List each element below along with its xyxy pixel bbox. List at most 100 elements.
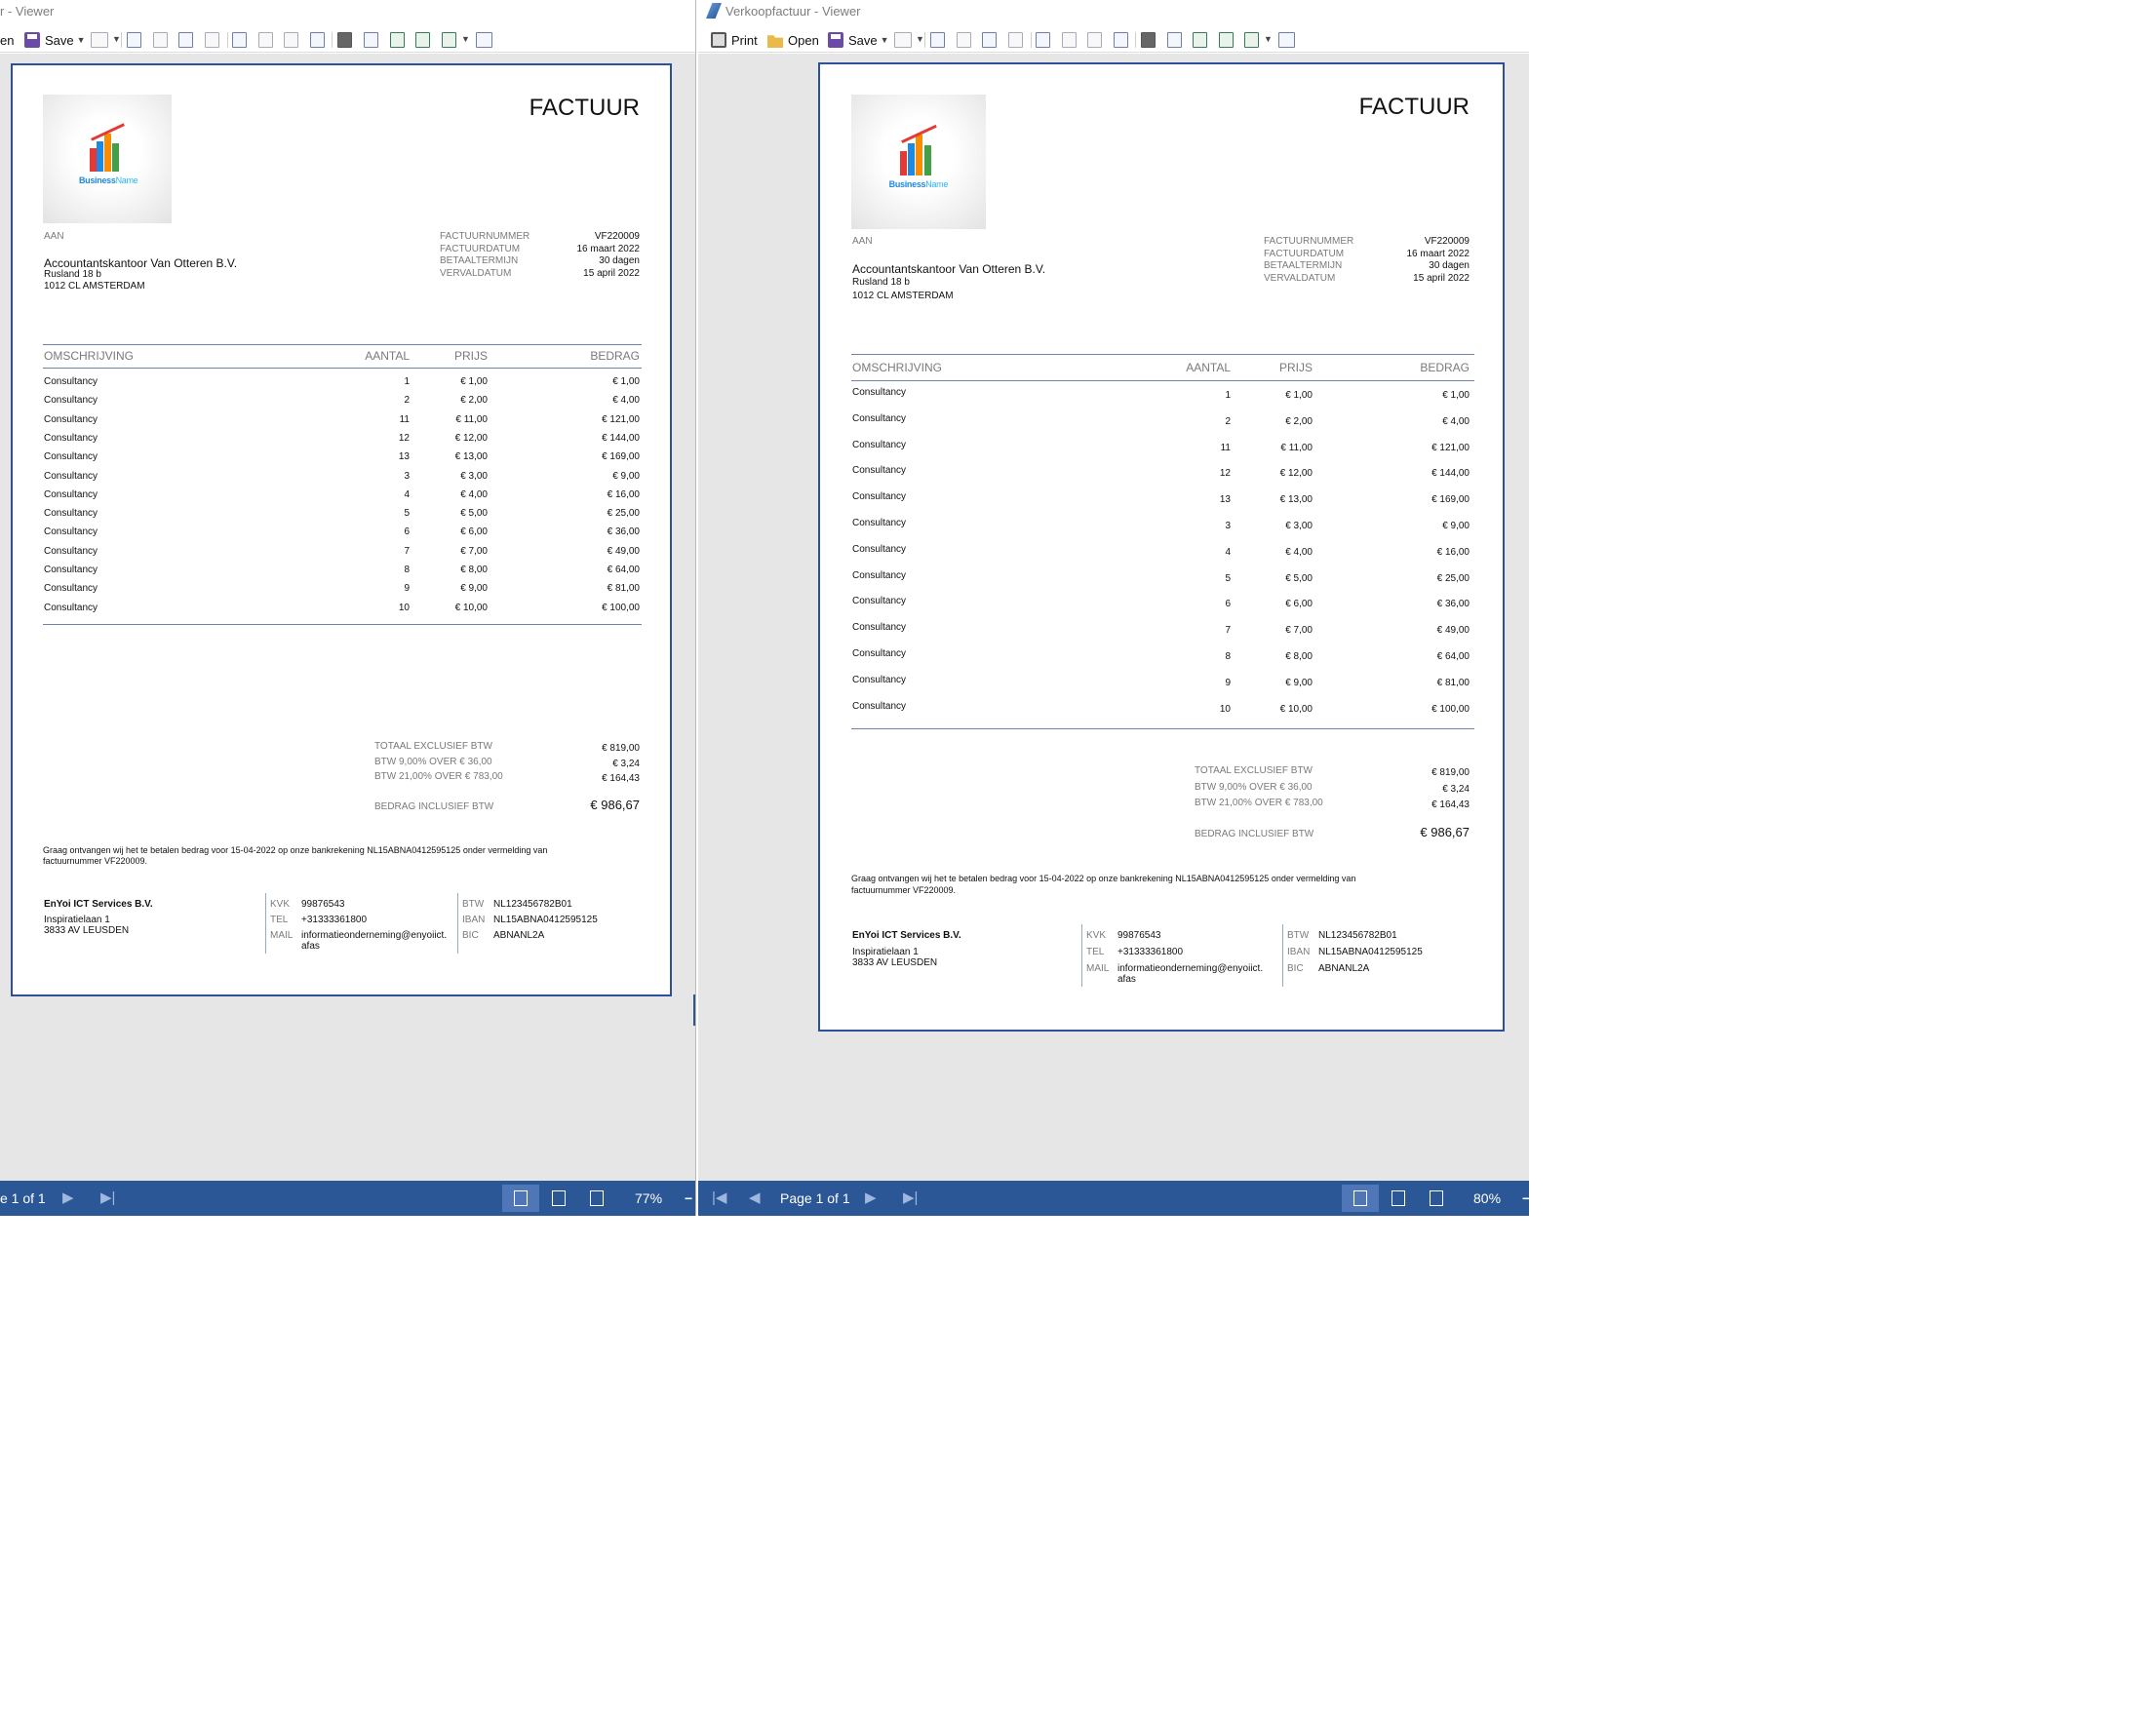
recipient-address: Rusland 18 b xyxy=(852,277,910,288)
two-page-icon[interactable] xyxy=(415,32,430,48)
single-page-view-button[interactable] xyxy=(1342,1185,1379,1212)
line-description: Consultancy xyxy=(852,491,907,503)
single-page-icon[interactable] xyxy=(1167,32,1182,48)
line-description: Consultancy xyxy=(44,470,98,482)
line-amount: € 16,00 xyxy=(607,488,640,500)
line-description: Consultancy xyxy=(852,518,907,528)
continuous-view-button[interactable] xyxy=(1380,1185,1417,1212)
company-kvk-label: KVK xyxy=(270,899,291,910)
binoculars-icon[interactable] xyxy=(1141,32,1156,48)
logo-bar-icon xyxy=(89,148,97,173)
zoom-level[interactable]: 77% xyxy=(635,1181,662,1216)
edit-icon[interactable] xyxy=(982,32,997,48)
table-row: Consultancy 6 € 6,00 € 36,00 xyxy=(13,526,670,545)
single-page-view-button[interactable] xyxy=(502,1185,539,1212)
line-amount: € 4,00 xyxy=(612,395,640,407)
multi-page-icon[interactable] xyxy=(442,32,456,48)
line-description: Consultancy xyxy=(44,413,98,425)
cut-icon[interactable] xyxy=(957,32,971,48)
line-price: € 4,00 xyxy=(460,488,488,500)
outline-icon[interactable] xyxy=(1036,32,1050,48)
window-icon[interactable] xyxy=(1114,32,1128,48)
line-quantity: 11 xyxy=(399,413,410,425)
company-btw-label: BTW xyxy=(1287,930,1310,941)
document-workspace[interactable]: BusinessName FACTUUR AAN Accountantskantoor… xyxy=(0,54,695,1181)
multi-page-view-button[interactable] xyxy=(1418,1185,1455,1212)
table-row: Consultancy 11 € 11,00 € 121,00 xyxy=(820,440,1503,466)
print-button[interactable]: Print xyxy=(711,30,758,50)
last-page-icon[interactable]: ▶| xyxy=(100,1181,115,1216)
logo-bar-icon xyxy=(97,140,104,173)
multi-page-view-button[interactable] xyxy=(578,1185,615,1212)
zoom-out-icon[interactable]: − xyxy=(685,1181,692,1216)
to-label: AAN xyxy=(44,231,64,242)
total-label: BTW 21,00% OVER € 783,00 xyxy=(1195,798,1323,808)
page-icon[interactable] xyxy=(127,32,141,48)
logo-bar-icon xyxy=(907,142,915,175)
fullscreen-icon[interactable] xyxy=(476,32,492,48)
page-indicator: e 1 of 1 xyxy=(0,1190,46,1206)
previous-page-icon[interactable]: ◀ xyxy=(749,1181,761,1216)
save-button[interactable]: Save ▼ xyxy=(24,30,86,50)
line-price: € 1,00 xyxy=(1285,390,1313,401)
table-row: Consultancy 5 € 5,00 € 25,00 xyxy=(820,570,1503,597)
table-row: Consultancy 10 € 10,00 € 100,00 xyxy=(13,603,670,621)
two-page-icon[interactable] xyxy=(1219,32,1234,48)
last-page-icon[interactable]: ▶| xyxy=(903,1181,918,1216)
cut-icon[interactable] xyxy=(153,32,168,48)
line-amount: € 49,00 xyxy=(607,545,640,557)
line-amount: € 16,00 xyxy=(1436,546,1470,558)
title-bar: Verkoopfactuur - Viewer xyxy=(698,0,1529,25)
window-icon[interactable] xyxy=(310,32,325,48)
fullscreen-icon[interactable] xyxy=(1278,32,1295,48)
meta-value: 30 dagen xyxy=(599,255,640,266)
continuous-view-button[interactable] xyxy=(540,1185,577,1212)
fit-width-icon[interactable] xyxy=(1193,32,1207,48)
copy-page-icon[interactable] xyxy=(205,32,219,48)
multi-page-icon[interactable] xyxy=(1244,32,1259,48)
document-workspace[interactable]: BusinessName FACTUUR AAN Accountantskantoor… xyxy=(698,54,1529,1181)
left-viewer-window: r - Viewer en Save ▼ ▼ ▼ BusinessName FACT… xyxy=(0,0,695,1216)
grand-total-value: € 986,67 xyxy=(1420,825,1470,839)
line-price: € 2,00 xyxy=(460,395,488,407)
next-page-icon[interactable]: ▶ xyxy=(62,1181,74,1216)
line-description: Consultancy xyxy=(852,596,907,607)
total-label: BTW 9,00% OVER € 36,00 xyxy=(1195,781,1313,793)
zoom-level[interactable]: 80% xyxy=(1473,1181,1501,1216)
company-iban-label: IBAN xyxy=(462,915,486,925)
binoculars-icon[interactable] xyxy=(337,32,352,48)
help-icon[interactable] xyxy=(258,32,273,48)
duplicate-icon[interactable] xyxy=(1087,32,1102,48)
company-bic-label: BIC xyxy=(1287,963,1304,974)
line-amount: € 9,00 xyxy=(1442,521,1470,531)
logo-text-name: Name xyxy=(925,178,949,189)
line-price: € 6,00 xyxy=(460,526,488,538)
export-icon[interactable] xyxy=(91,32,108,48)
single-page-icon[interactable] xyxy=(364,32,378,48)
line-amount: € 9,00 xyxy=(612,470,640,482)
next-page-icon[interactable]: ▶ xyxy=(865,1181,877,1216)
export-icon[interactable] xyxy=(894,32,912,48)
save-icon xyxy=(828,32,843,48)
duplicate-icon[interactable] xyxy=(284,32,298,48)
edit-icon[interactable] xyxy=(178,32,193,48)
outline-icon[interactable] xyxy=(232,32,247,48)
open-button[interactable]: en xyxy=(0,30,14,50)
zoom-out-icon[interactable]: − xyxy=(1522,1181,1529,1216)
line-amount: € 4,00 xyxy=(1442,415,1470,427)
table-row: Consultancy 1 € 1,00 € 1,00 xyxy=(820,387,1503,413)
save-label: Save xyxy=(45,32,74,48)
column-header-description: OMSCHRIJVING xyxy=(852,361,943,374)
first-page-icon[interactable]: |◀ xyxy=(712,1181,726,1216)
help-icon[interactable] xyxy=(1062,32,1077,48)
line-description: Consultancy xyxy=(44,488,98,500)
fit-width-icon[interactable] xyxy=(390,32,405,48)
line-amount: € 1,00 xyxy=(1442,390,1470,401)
line-quantity: 7 xyxy=(404,545,410,557)
copy-page-icon[interactable] xyxy=(1008,32,1023,48)
save-button[interactable]: Save ▼ xyxy=(828,30,889,50)
open-button[interactable]: Open xyxy=(767,30,819,50)
total-value: € 819,00 xyxy=(602,743,640,754)
status-bar: e 1 of 1 ▶ ▶| 77% − xyxy=(0,1181,695,1216)
page-icon[interactable] xyxy=(930,32,945,48)
